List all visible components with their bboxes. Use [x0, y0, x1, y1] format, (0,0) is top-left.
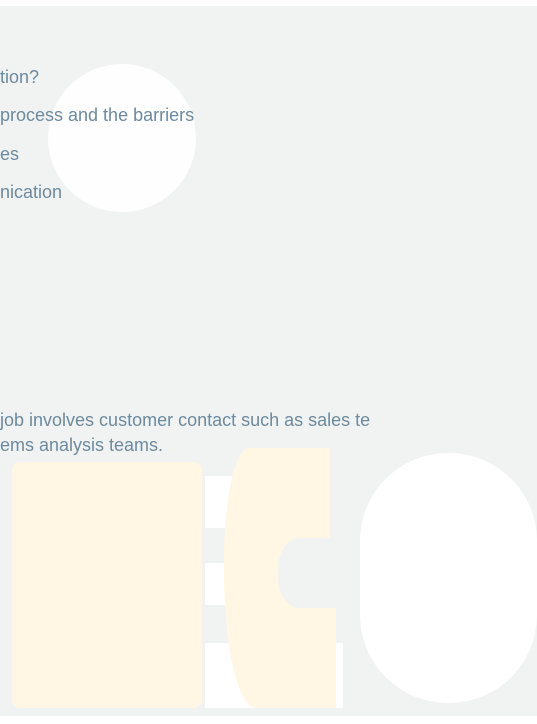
- logo-s-shape: [12, 462, 202, 708]
- text-line-1: tion?: [0, 67, 40, 87]
- logo-c-shape: [223, 448, 336, 708]
- text-line-2: process and the barriers: [0, 105, 195, 125]
- logo-o-shape: [360, 453, 537, 703]
- watermark-logo: [12, 448, 537, 708]
- decorative-circle: [48, 64, 196, 212]
- slide-panel: tion? process and the barriers es nicati…: [0, 6, 537, 716]
- text-line-3: es: [0, 144, 20, 164]
- text-line-4: nication: [0, 182, 63, 202]
